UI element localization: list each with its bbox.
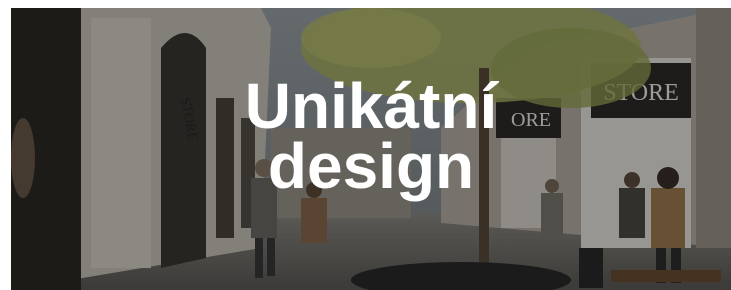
banner-headline: Unikátní design	[11, 70, 731, 202]
headline-line-2: design	[267, 130, 475, 202]
headline-line-1: Unikátní	[244, 70, 498, 142]
hero-banner: STORE ORE STORE Unikátní design	[11, 8, 731, 290]
